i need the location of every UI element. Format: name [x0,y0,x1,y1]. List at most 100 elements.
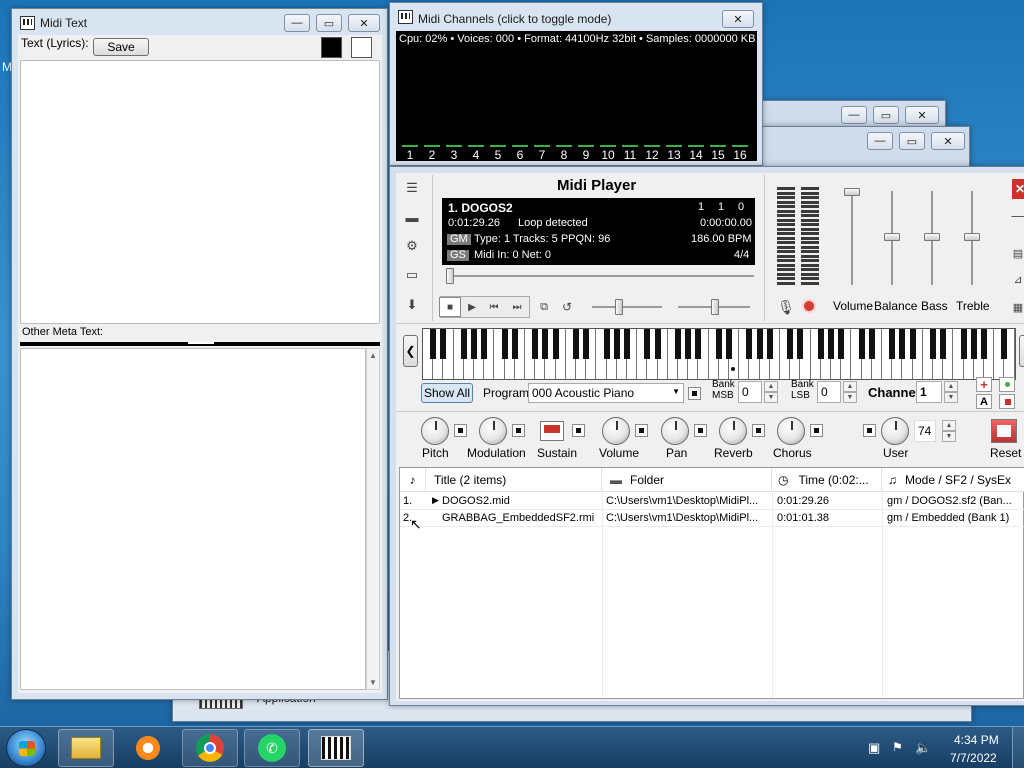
scroll-down-icon[interactable]: ▼ [369,678,377,687]
reverb-knob[interactable] [719,417,747,445]
channel-field[interactable]: 1 [916,381,942,403]
volume-thumb[interactable] [844,188,860,196]
speed-thumb[interactable] [615,299,623,315]
column-time[interactable]: ◷ Time (0:02:... [772,468,882,492]
piano-black-key[interactable] [1001,329,1008,359]
show-all-button[interactable]: Show All [421,383,473,403]
channel-12-label[interactable]: 12 [643,148,661,162]
pitch-toggle[interactable] [454,424,467,437]
taskbar-whatsapp[interactable]: ✆ [244,729,300,767]
bass-thumb[interactable] [924,233,940,241]
piano-black-key[interactable] [715,329,722,359]
playlist[interactable]: ♪ Title (2 items) ▬ Folder ◷ Time (0:02:..… [399,467,1024,699]
reset-icon[interactable] [991,419,1017,443]
maximize-button[interactable]: ▭ [316,14,342,32]
midi-channels-window[interactable]: Midi Channels (click to toggle mode) ✕ C… [389,2,763,166]
piano-black-key[interactable] [440,329,447,359]
volume-tray-icon[interactable]: 🔈 [915,740,931,756]
piano-black-key[interactable] [940,329,947,359]
volume-knob[interactable] [602,417,630,445]
taskbar-chrome[interactable] [182,729,238,767]
piano-black-key[interactable] [542,329,549,359]
column-folder[interactable]: ▬ Folder [602,468,772,492]
keyboard-scroll-right-button[interactable] [1019,335,1024,367]
piano-black-key[interactable] [511,329,518,359]
modulation-knob[interactable] [479,417,507,445]
piano-black-key[interactable] [756,329,763,359]
channel-9-label[interactable]: 9 [577,148,595,162]
column-title[interactable]: Title (2 items) [426,468,602,492]
meta-text-area[interactable] [20,348,366,690]
loop-icon[interactable]: ↺ [556,297,578,317]
add-icon[interactable]: + [976,377,992,392]
maximize-button[interactable]: ▭ [899,132,925,150]
grid-view-icon[interactable]: ▦ [1010,297,1024,317]
piano-black-key[interactable] [603,329,610,359]
modulation-toggle[interactable] [512,424,525,437]
pitch-thumb[interactable] [711,299,719,315]
bank-lsb-field[interactable]: 0 [817,381,841,403]
splitter-grip[interactable] [188,342,214,344]
graph-view-icon[interactable]: ⊿ [1010,269,1024,289]
position-track[interactable] [448,275,754,277]
channel-13-label[interactable]: 13 [665,148,683,162]
start-button[interactable] [6,729,46,767]
speed-track[interactable] [592,306,662,308]
bank-msb-stepper[interactable]: ▲ ▼ [764,381,778,403]
chevron-down-icon[interactable]: ▼ [672,387,680,396]
minimize-button[interactable]: — [284,14,310,32]
user-stepper[interactable]: ▲ ▼ [942,420,956,442]
stop-icon[interactable]: ■ [439,297,461,317]
piano-black-key[interactable] [970,329,977,359]
channel-14-label[interactable]: 14 [687,148,705,162]
piano-black-key[interactable] [481,329,488,359]
user-knob[interactable] [881,417,909,445]
scroll-up-icon[interactable]: ▲ [369,351,377,360]
column-number[interactable]: ♪ [400,468,426,492]
channel-2-label[interactable]: 2 [423,148,441,162]
background-color-white-swatch[interactable] [351,37,372,58]
piano-black-key[interactable] [746,329,753,359]
channels-display[interactable]: Cpu: 02% • Voices: 000 • Format: 44100Hz… [396,31,757,162]
red-stop-icon[interactable] [999,394,1015,409]
midi-text-window[interactable]: Midi Text — ▭ ✕ Text (Lyrics): Save Othe… [11,8,388,700]
channel-11-label[interactable]: 11 [621,148,639,162]
volume-track[interactable] [851,191,853,285]
piano-black-key[interactable] [817,329,824,359]
channel-15-label[interactable]: 15 [709,148,727,162]
taskbar-media-player[interactable] [120,729,176,767]
piano-black-key[interactable] [624,329,630,359]
piano-black-key[interactable] [899,329,906,359]
gear-icon[interactable]: ⚙ [401,236,423,256]
piano-black-key[interactable] [828,329,834,359]
save-button[interactable]: Save [93,38,149,56]
piano-black-key[interactable] [583,329,590,359]
piano-black-key[interactable] [981,329,987,359]
piano-black-key[interactable] [909,329,916,359]
piano-keyboard[interactable] [422,328,1016,380]
minimize-button[interactable]: — [841,106,867,124]
play-icon[interactable]: ▶ [461,297,483,317]
pan-knob[interactable] [661,417,689,445]
close-button[interactable]: ✕ [905,106,939,124]
piano-black-key[interactable] [838,329,845,359]
piano-black-key[interactable] [460,329,467,359]
menu-icon[interactable]: ☰ [401,178,423,198]
piano-black-key[interactable] [960,329,967,359]
midi-channels-titlebar[interactable]: Midi Channels (click to toggle mode) ✕ [390,3,762,31]
piano-black-key[interactable] [532,329,539,359]
pan-toggle[interactable] [694,424,707,437]
maximize-button[interactable]: ▭ [873,106,899,124]
player-close-icon[interactable]: ✕ [1012,179,1024,199]
piano-black-key[interactable] [675,329,681,359]
piano-black-key[interactable] [613,329,620,359]
user-value-field[interactable]: 74 [914,420,936,442]
balance-thumb[interactable] [884,233,900,241]
channel-8-label[interactable]: 8 [555,148,573,162]
program-lock-toggle[interactable] [688,387,701,400]
user-toggle[interactable] [863,424,876,437]
piano-black-key[interactable] [695,329,702,359]
bank-lsb-stepper[interactable]: ▲ ▼ [843,381,857,403]
folder-icon[interactable]: ▬ [401,207,423,227]
lyrics-text-area[interactable] [20,60,380,324]
